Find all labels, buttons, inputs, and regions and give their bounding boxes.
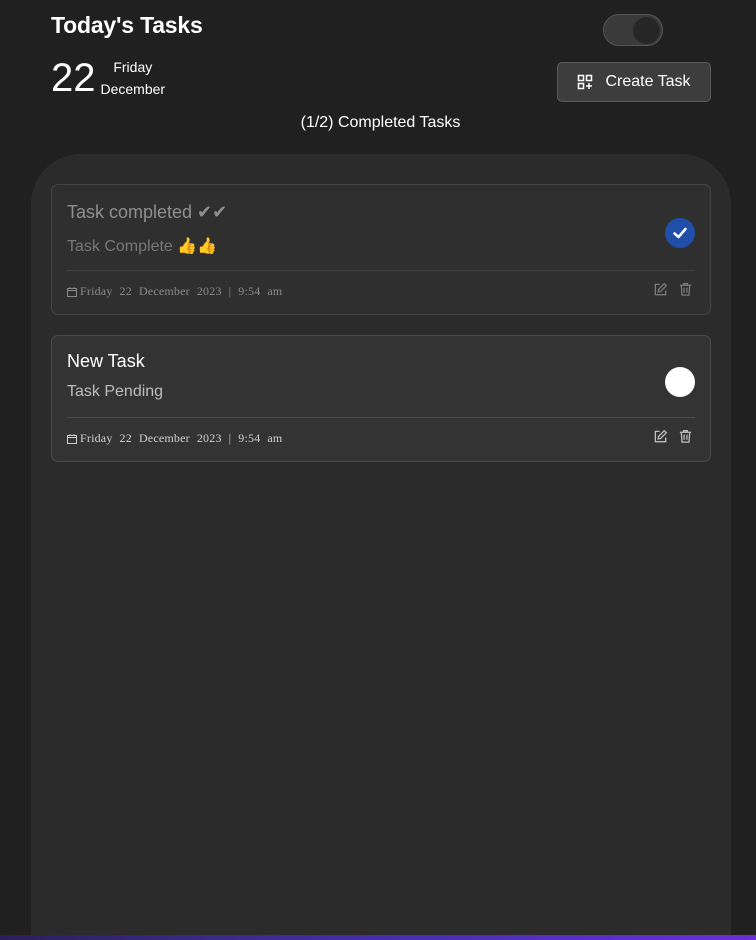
completed-summary: (1/2) Completed Tasks xyxy=(300,114,461,131)
date-weekday: Friday xyxy=(113,59,153,75)
trash-icon[interactable] xyxy=(678,282,693,297)
task-actions xyxy=(643,282,693,297)
create-task-label: Create Task xyxy=(605,73,691,90)
task-date: Friday 22 December 2023 | 9:54 am xyxy=(67,284,282,299)
task-title: New Task xyxy=(67,351,145,371)
edit-icon[interactable] xyxy=(653,282,668,297)
trash-icon[interactable] xyxy=(678,429,693,444)
task-date: Friday 22 December 2023 | 9:54 am xyxy=(67,431,282,446)
task-actions xyxy=(643,429,693,444)
date-day-number: 22 xyxy=(51,56,96,100)
calendar-icon xyxy=(67,433,77,444)
date-month-text: December xyxy=(138,431,190,445)
calendar-icon xyxy=(67,286,77,297)
date-day-text: 22 xyxy=(119,431,132,445)
task-description: Task Complete 👍👍 xyxy=(67,238,218,255)
date-separator: | xyxy=(228,431,232,445)
task-description: Task Pending xyxy=(67,383,164,400)
app-page: Today's Tasks 22 Friday December Create … xyxy=(0,0,756,940)
ampm-text: am xyxy=(267,431,283,445)
time-text: 9:54 xyxy=(238,431,261,445)
time-text: 9:54 xyxy=(238,284,261,298)
task-complete-toggle[interactable] xyxy=(665,367,695,397)
edit-icon[interactable] xyxy=(653,429,668,444)
task-title: Task completed ✔✔ xyxy=(67,202,228,222)
qr-add-icon xyxy=(578,74,593,90)
theme-toggle[interactable] xyxy=(603,14,663,46)
task-list-panel: Task completed ✔✔ Task Complete 👍👍 Frida… xyxy=(31,154,731,940)
toggle-knob xyxy=(633,17,660,44)
task-complete-toggle[interactable] xyxy=(665,218,695,248)
bottom-gradient-bar xyxy=(0,935,756,940)
ampm-text: am xyxy=(267,284,283,298)
date-month-text: December xyxy=(138,284,190,298)
date-weekday-text: Friday xyxy=(80,284,113,298)
date-month: December xyxy=(100,81,166,97)
date-weekday-text: Friday xyxy=(80,431,113,445)
date-day-text: 22 xyxy=(119,284,132,298)
date-year-text: 2023 xyxy=(196,284,222,298)
date-weekday-month: Friday December xyxy=(101,56,166,100)
task-card: New Task Task Pending Friday 22 December… xyxy=(51,335,711,462)
card-divider xyxy=(67,417,695,418)
checkmark-icon xyxy=(673,227,687,239)
date-display: 22 Friday December xyxy=(51,56,165,100)
date-separator: | xyxy=(228,284,232,298)
task-card: Task completed ✔✔ Task Complete 👍👍 Frida… xyxy=(51,184,711,315)
page-title: Today's Tasks xyxy=(51,12,203,38)
date-year-text: 2023 xyxy=(196,431,222,445)
create-task-button[interactable]: Create Task xyxy=(557,62,711,102)
card-divider xyxy=(67,270,695,271)
